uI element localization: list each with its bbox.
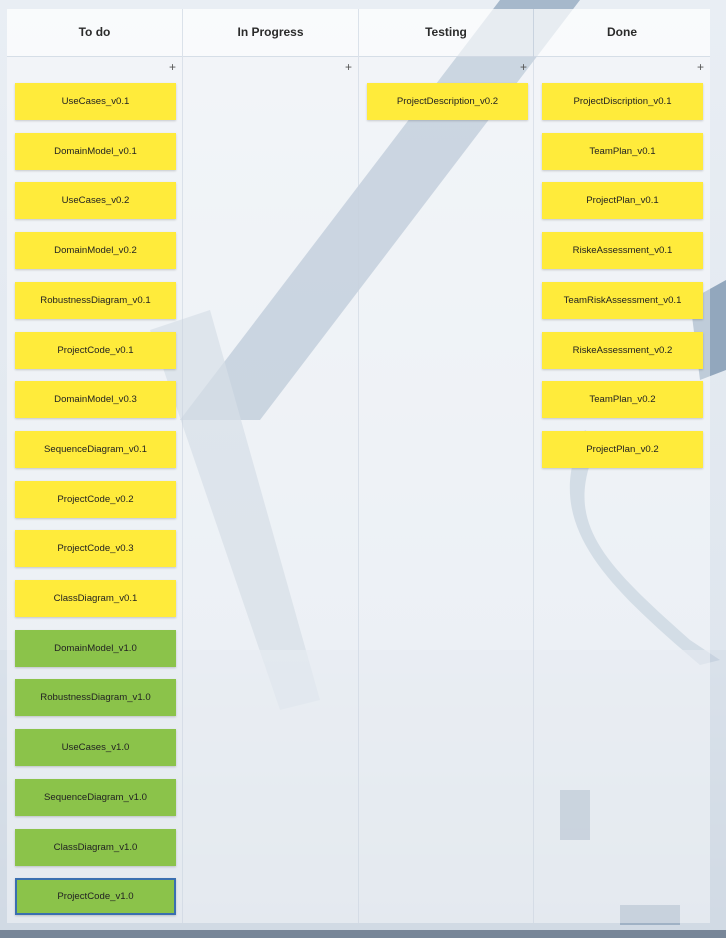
task-card[interactable]: ProjectDescription_v0.2 [367, 83, 528, 120]
task-card[interactable]: ProjectPlan_v0.1 [542, 182, 703, 220]
task-card[interactable]: SequenceDiagram_v0.1 [15, 430, 176, 468]
task-card[interactable]: SequenceDiagram_v1.0 [15, 778, 176, 816]
task-card[interactable]: DomainModel_v0.1 [15, 132, 176, 170]
add-card-button[interactable]: + [345, 61, 352, 73]
task-card[interactable]: ProjectCode_v1.0 [15, 878, 176, 916]
column-done: Done + ProjectDiscription_v0.1 TeamPlan_v… [534, 9, 710, 923]
task-card[interactable]: TeamRiskAssessment_v0.1 [542, 281, 703, 319]
task-card[interactable]: RiskeAssessment_v0.2 [542, 331, 703, 369]
task-card[interactable]: UseCases_v0.2 [15, 182, 176, 220]
column-title: Done [534, 9, 710, 57]
column-testing: Testing + ProjectDescription_v0.2 [359, 9, 533, 923]
task-card[interactable]: ProjectCode_v0.3 [15, 530, 176, 568]
task-card[interactable]: ProjectPlan_v0.2 [542, 430, 703, 468]
task-card[interactable]: ClassDiagram_v0.1 [15, 580, 176, 617]
task-card[interactable]: ClassDiagram_v1.0 [15, 828, 176, 866]
add-card-button[interactable]: + [520, 61, 527, 73]
task-card[interactable]: RiskeAssessment_v0.1 [542, 232, 703, 270]
task-card[interactable]: UseCases_v0.1 [15, 83, 176, 120]
add-card-button[interactable]: + [169, 61, 176, 73]
add-card-button[interactable]: + [697, 61, 704, 73]
column-in-progress: In Progress + [183, 9, 358, 923]
task-card[interactable]: RobustnessDiagram_v0.1 [15, 281, 176, 319]
task-card[interactable]: DomainModel_v0.2 [15, 232, 176, 270]
column-title: To do [7, 9, 182, 57]
column-title: In Progress [183, 9, 358, 57]
column-todo: To do + UseCases_v0.1 DomainModel_v0.1 Use… [7, 9, 182, 923]
task-card[interactable]: RobustnessDiagram_v1.0 [15, 679, 176, 717]
task-card[interactable]: DomainModel_v1.0 [15, 629, 176, 667]
task-card[interactable]: ProjectCode_v0.1 [15, 331, 176, 369]
task-card[interactable]: TeamPlan_v0.2 [542, 381, 703, 419]
task-card[interactable]: DomainModel_v0.3 [15, 381, 176, 419]
kanban-board: To do + UseCases_v0.1 DomainModel_v0.1 Use… [7, 9, 710, 923]
column-title: Testing [359, 9, 533, 57]
task-card[interactable]: TeamPlan_v0.1 [542, 132, 703, 170]
task-card[interactable]: ProjectDiscription_v0.1 [542, 83, 703, 120]
task-card[interactable]: ProjectCode_v0.2 [15, 480, 176, 518]
task-card[interactable]: UseCases_v1.0 [15, 729, 176, 767]
